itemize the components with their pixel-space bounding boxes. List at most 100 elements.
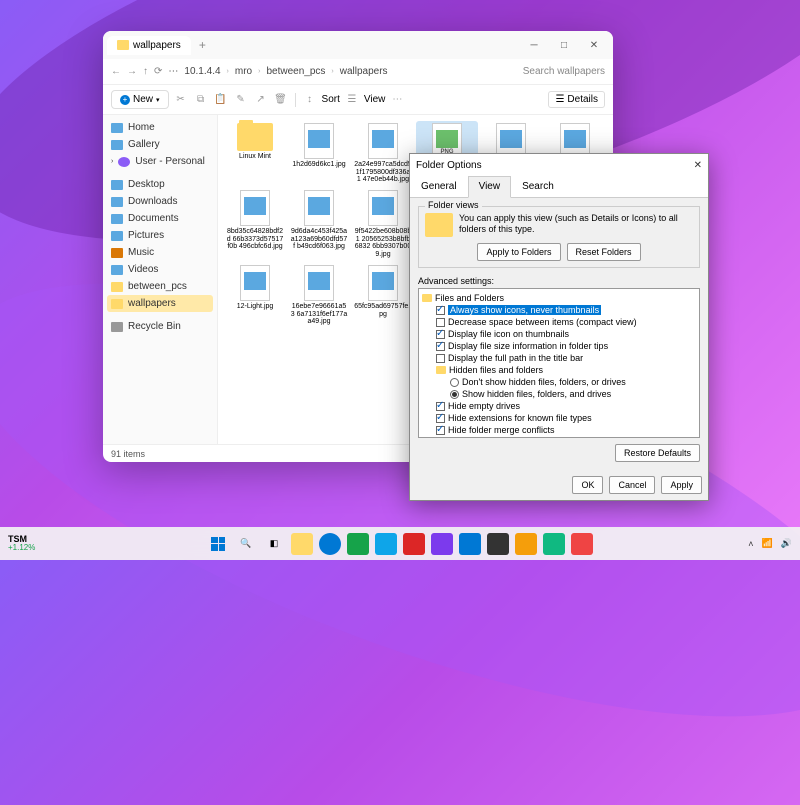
tree-item[interactable]: Always show icons, never thumbnails — [422, 304, 696, 316]
new-tab-button[interactable]: + — [199, 38, 206, 52]
paste-icon[interactable]: 📋 — [213, 92, 229, 108]
dialog-close-button[interactable]: ✕ — [694, 160, 702, 171]
file-name: 9f5422be608b08b1 20565253b8bfb6832 6bb93… — [354, 228, 412, 259]
dialog-titlebar: Folder Options ✕ — [410, 154, 708, 176]
tree-item[interactable]: Hide folder merge conflicts — [422, 424, 696, 436]
breadcrumb-2[interactable]: between_pcs — [266, 66, 325, 77]
window-tab[interactable]: wallpapers — [107, 36, 191, 55]
file-item[interactable]: 12-Light.jpg — [224, 263, 286, 328]
up-button[interactable]: ↑ — [143, 66, 148, 77]
folder-icon — [117, 40, 129, 50]
tree-item[interactable]: Display file size information in folder … — [422, 340, 696, 352]
file-item[interactable]: 9f5422be608b08b1 20565253b8bfb6832 6bb93… — [352, 188, 414, 261]
image-file-icon — [368, 190, 398, 226]
nav-between-pcs[interactable]: between_pcs — [107, 278, 213, 295]
folder-views-group: Folder views You can apply this view (su… — [418, 206, 700, 268]
tree-item[interactable]: Hide extensions for known file types — [422, 412, 696, 424]
nav-recycle-bin[interactable]: Recycle Bin — [107, 318, 213, 335]
apply-button[interactable]: Apply — [661, 476, 702, 494]
nav-videos[interactable]: Videos — [107, 261, 213, 278]
file-item[interactable]: 9d6da4c453f425a a123a69b60dfd57f b49cd6f… — [288, 188, 350, 261]
tab-search[interactable]: Search — [511, 176, 565, 197]
image-file-icon — [304, 265, 334, 301]
file-item[interactable]: 2a24e997ca5dcd5 1f1795800df336a1 47e0eb4… — [352, 121, 414, 186]
app-icon[interactable] — [459, 533, 481, 555]
minimize-button[interactable]: ─ — [519, 33, 549, 57]
app-icon[interactable] — [543, 533, 565, 555]
apply-to-folders-button[interactable]: Apply to Folders — [477, 243, 560, 261]
sort-button[interactable]: ↕ — [302, 92, 318, 108]
app-icon[interactable] — [515, 533, 537, 555]
start-button[interactable] — [207, 533, 229, 555]
file-name: 9d6da4c453f425a a123a69b60dfd57f b49cd6f… — [290, 228, 348, 251]
view-button[interactable]: ☰ — [344, 92, 360, 108]
system-tray[interactable]: ˄ 📶 🔊 — [748, 538, 792, 549]
edge-icon[interactable] — [319, 533, 341, 555]
breadcrumb-root[interactable]: 10.1.4.4 — [184, 66, 220, 77]
tree-item[interactable]: Hide empty drives — [422, 400, 696, 412]
nav-wallpapers[interactable]: wallpapers — [107, 295, 213, 312]
nav-user[interactable]: ›User - Personal — [107, 153, 213, 170]
volume-icon[interactable]: 🔊 — [781, 538, 792, 549]
app-icon[interactable] — [403, 533, 425, 555]
new-button[interactable]: + New ▾ — [111, 90, 169, 109]
file-item[interactable]: Linux Mint — [224, 121, 286, 186]
file-item[interactable]: 16ebe7e96661a53 6a7131f6ef177aa49.jpg — [288, 263, 350, 328]
app-icon[interactable] — [347, 533, 369, 555]
more-button[interactable]: ⋯ — [389, 92, 405, 108]
nav-desktop[interactable]: Desktop — [107, 176, 213, 193]
overflow-icon[interactable]: ⋯ — [168, 66, 178, 77]
share-icon[interactable]: ↗ — [253, 92, 269, 108]
tab-view[interactable]: View — [468, 176, 512, 198]
cut-icon[interactable]: ✂ — [173, 92, 189, 108]
nav-home[interactable]: Home — [107, 119, 213, 136]
nav-pictures[interactable]: Pictures — [107, 227, 213, 244]
tree-root[interactable]: Files and Folders — [422, 292, 696, 304]
chevron-down-icon: ▾ — [156, 96, 160, 104]
cancel-button[interactable]: Cancel — [609, 476, 655, 494]
nav-documents[interactable]: Documents — [107, 210, 213, 227]
wifi-icon[interactable]: 📶 — [762, 538, 773, 549]
maximize-button[interactable]: □ — [549, 33, 579, 57]
app-icon[interactable] — [571, 533, 593, 555]
app-icon[interactable] — [431, 533, 453, 555]
details-button[interactable]: ☰ Details — [548, 91, 605, 108]
search-icon[interactable]: 🔍 — [235, 533, 257, 555]
rename-icon[interactable]: ✎ — [233, 92, 249, 108]
app-icon[interactable] — [487, 533, 509, 555]
task-view-icon[interactable]: ◧ — [263, 533, 285, 555]
file-item[interactable]: 65fc95ad69757fe.jpg — [352, 263, 414, 328]
nav-downloads[interactable]: Downloads — [107, 193, 213, 210]
breadcrumb-1[interactable]: mro — [235, 66, 252, 77]
tab-general[interactable]: General — [410, 176, 468, 197]
file-item[interactable]: 8bd35c64828bdf2d 66b3373d57517f0b 496cbf… — [224, 188, 286, 261]
tree-item[interactable]: Show hidden files, folders, and drives — [422, 388, 696, 400]
file-name: 2a24e997ca5dcd5 1f1795800df336a1 47e0eb4… — [354, 161, 412, 184]
tree-item[interactable]: Decrease space between items (compact vi… — [422, 316, 696, 328]
tree-item[interactable]: Display file icon on thumbnails — [422, 328, 696, 340]
back-button[interactable]: ← — [111, 66, 121, 77]
advanced-settings-tree[interactable]: Files and FoldersAlways show icons, neve… — [418, 288, 700, 438]
file-item[interactable]: 1h2d69d6kc1.jpg — [288, 121, 350, 186]
tree-item[interactable]: Don't show hidden files, folders, or dri… — [422, 376, 696, 388]
tree-item[interactable]: Hidden files and folders — [422, 364, 696, 376]
explorer-icon[interactable] — [291, 533, 313, 555]
nav-music[interactable]: Music — [107, 244, 213, 261]
close-button[interactable]: ✕ — [579, 33, 609, 57]
refresh-button[interactable]: ⟳ — [154, 66, 162, 77]
tree-item[interactable]: Display the full path in the title bar — [422, 352, 696, 364]
chevron-up-icon[interactable]: ˄ — [748, 539, 753, 549]
app-icon[interactable] — [375, 533, 397, 555]
forward-button[interactable]: → — [127, 66, 137, 77]
image-file-icon — [368, 123, 398, 159]
taskbar-widgets[interactable]: TSM +1.12% — [8, 535, 35, 552]
search-input[interactable]: Search wallpapers — [523, 66, 605, 77]
copy-icon[interactable]: ⧉ — [193, 92, 209, 108]
file-name: 1h2d69d6kc1.jpg — [292, 161, 345, 169]
nav-gallery[interactable]: Gallery — [107, 136, 213, 153]
restore-defaults-button[interactable]: Restore Defaults — [615, 444, 700, 462]
breadcrumb-3[interactable]: wallpapers — [340, 66, 388, 77]
delete-icon[interactable]: 🗑 — [273, 92, 289, 108]
ok-button[interactable]: OK — [572, 476, 603, 494]
reset-folders-button[interactable]: Reset Folders — [567, 243, 641, 261]
